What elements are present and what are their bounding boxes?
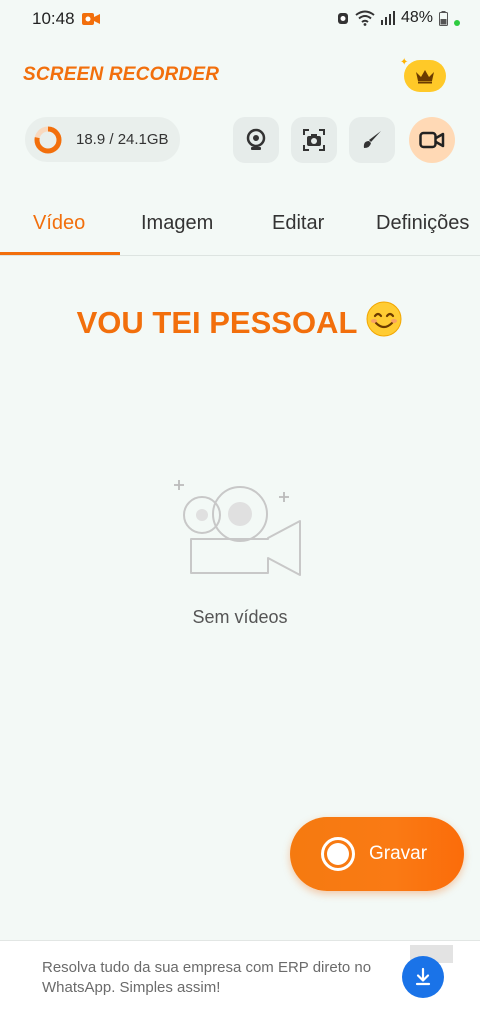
- camera-capture-icon: [303, 129, 325, 151]
- crown-icon: [416, 70, 434, 84]
- tab-video[interactable]: Vídeo: [33, 212, 85, 235]
- ad-text: Resolva tudo da sua empresa com ERP dire…: [42, 959, 372, 996]
- brush-icon: [363, 131, 381, 148]
- battery-percent: 48%: [400, 9, 433, 26]
- status-icons: 48%: [337, 9, 460, 27]
- webcam-button[interactable]: [233, 117, 279, 163]
- video-record-mode-button[interactable]: [409, 117, 455, 163]
- status-bar: 10:48 48%: [0, 0, 480, 40]
- signal-icon: [380, 11, 395, 25]
- webcam-icon: [246, 128, 266, 150]
- battery-icon: [439, 10, 448, 26]
- screenshot-button[interactable]: [291, 117, 337, 163]
- download-icon: [415, 967, 431, 986]
- brush-button[interactable]: [349, 117, 395, 163]
- tab-edit[interactable]: Editar: [272, 212, 324, 235]
- privacy-indicator-dot: [454, 20, 460, 26]
- video-camera-icon: [419, 131, 445, 149]
- screen-record-icon: [82, 13, 100, 25]
- empty-video-camera-icon: [174, 480, 301, 576]
- status-time: 10:48: [32, 9, 75, 28]
- alarm-icon: [337, 13, 348, 24]
- storage-text: 18.9 / 24.1GB: [76, 131, 169, 148]
- storage-indicator[interactable]: 18.9 / 24.1GB: [25, 117, 180, 162]
- smile-emoji-icon: [365, 300, 403, 346]
- premium-button[interactable]: ✦: [400, 57, 446, 92]
- tab-bar: Vídeo Imagem Editar Definições: [0, 200, 480, 256]
- tab-settings[interactable]: Definições: [376, 212, 469, 235]
- storage-ring-icon: [34, 126, 62, 153]
- tab-image[interactable]: Imagem: [141, 212, 213, 235]
- app-title: SCREEN RECORDER: [23, 64, 220, 85]
- record-button[interactable]: Gravar: [290, 817, 464, 891]
- headline-text: VOU TEI PESSOAL: [76, 305, 358, 340]
- record-button-label: Gravar: [369, 843, 428, 864]
- empty-state-text: Sem vídeos: [192, 607, 288, 627]
- wifi-icon: [355, 10, 375, 26]
- active-tab-indicator: [0, 252, 120, 255]
- ad-download-button[interactable]: [402, 956, 444, 998]
- record-icon: [321, 837, 355, 871]
- headline: VOU TEI PESSOAL: [0, 300, 480, 346]
- sparkle-icon: ✦: [400, 57, 409, 68]
